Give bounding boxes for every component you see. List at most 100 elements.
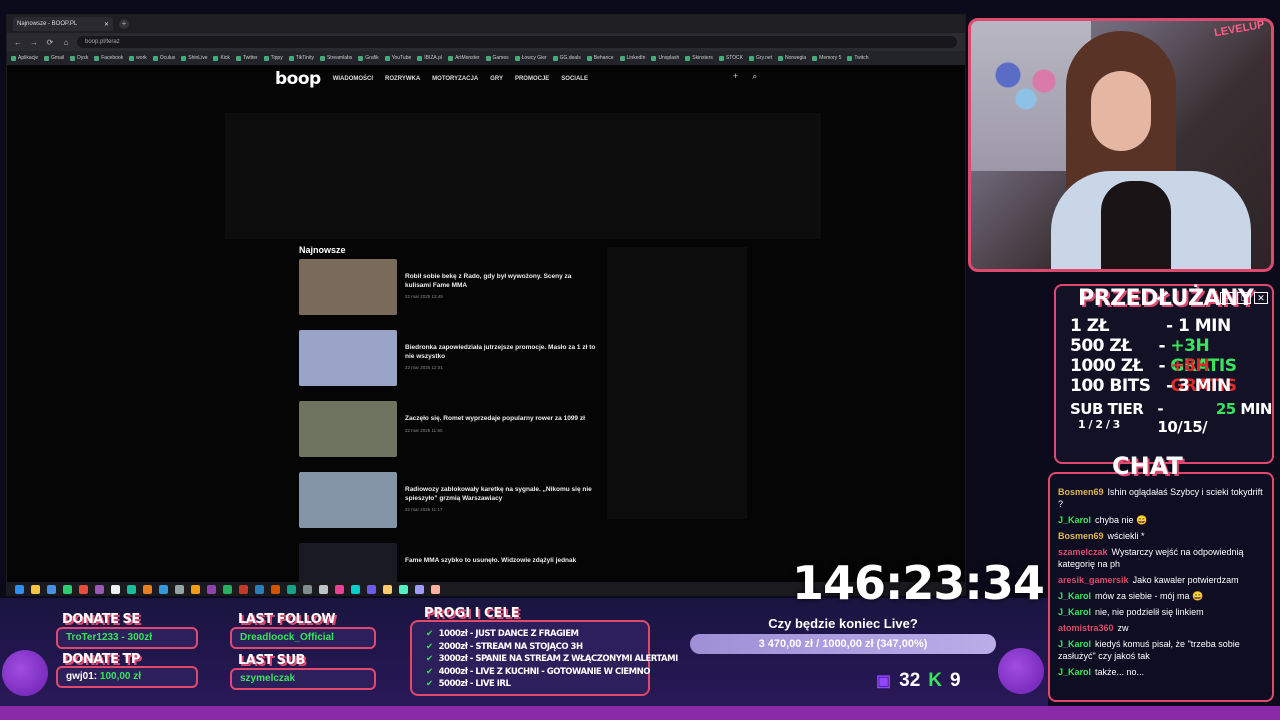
article-item[interactable]: Radiowozy zablokowały karetkę na sygnale…	[299, 472, 599, 530]
bookmark-icon	[619, 55, 625, 61]
chat-username: J_Karol	[1058, 639, 1092, 649]
close-tab-icon[interactable]: ✕	[104, 21, 109, 28]
bookmark-item[interactable]: ShinLive	[181, 55, 207, 61]
taskbar-app-icon[interactable]	[415, 584, 424, 594]
taskbar-app-icon[interactable]	[271, 584, 280, 594]
taskbar-app-icon[interactable]	[383, 584, 392, 594]
taskbar-app-icon[interactable]	[367, 584, 376, 594]
article-item[interactable]: Fame MMA szybko to usunęło. Widzowie zdą…	[299, 543, 599, 582]
taskbar-app-icon[interactable]	[431, 584, 440, 594]
bookmark-item[interactable]: Unsplash	[651, 55, 679, 61]
article-title[interactable]: Zaczęło się. Romet wyprzedaje popularny …	[405, 415, 585, 424]
nav-item-rozrywka[interactable]: ROZRYWKA	[385, 76, 420, 82]
chat-message: J_Karol kiedyś komuś pisał, że "trzeba so…	[1050, 636, 1272, 664]
article-thumbnail[interactable]	[299, 330, 397, 386]
new-tab-button[interactable]: +	[119, 19, 129, 29]
article-title[interactable]: Fame MMA szybko to usunęło. Widzowie zdą…	[405, 557, 576, 566]
nav-item-sociale[interactable]: SOCIALE	[561, 76, 588, 82]
article-thumbnail[interactable]	[299, 259, 397, 315]
active-tab[interactable]: Najnowsze - BOOP.PL ✕	[13, 17, 113, 31]
taskbar-app-icon[interactable]	[335, 584, 344, 594]
search-icon[interactable]: ⌕	[752, 71, 757, 82]
nav-item-promocje[interactable]: PROMOCJE	[515, 76, 549, 82]
bookmark-item[interactable]: Memory 5	[812, 55, 841, 61]
bookmark-item[interactable]: YouTube	[384, 55, 411, 61]
taskbar-app-icon[interactable]	[47, 584, 56, 594]
bookmark-item[interactable]: IBIZA.pl	[417, 55, 442, 61]
bookmark-item[interactable]: work	[129, 55, 147, 61]
bookmark-icon	[213, 55, 219, 61]
article-item[interactable]: Zaczęło się. Romet wyprzedaje popularny …	[299, 401, 599, 459]
taskbar-app-icon[interactable]	[399, 584, 408, 594]
forward-icon[interactable]: →	[29, 38, 39, 47]
taskbar-app-icon[interactable]	[143, 584, 152, 594]
plus-icon[interactable]: +	[733, 71, 738, 82]
site-logo[interactable]: boop	[275, 69, 321, 89]
url-input[interactable]: boop.pl/teraz	[77, 36, 957, 48]
taskbar-app-icon[interactable]	[111, 584, 120, 594]
reload-icon[interactable]: ⟳	[45, 38, 55, 47]
article-item[interactable]: Biedronka zapowiedziała jutrzejsze promo…	[299, 330, 599, 388]
start-icon[interactable]	[15, 584, 24, 594]
bookmark-item[interactable]: Norwegia	[778, 55, 806, 61]
bookmark-item[interactable]: Tippy	[263, 55, 283, 61]
bookmark-item[interactable]: Aplikacje	[11, 55, 38, 61]
bookmark-item[interactable]: Łowcy Gier	[514, 55, 547, 61]
taskbar-app-icon[interactable]	[159, 584, 168, 594]
bookmark-label: Dysk	[77, 55, 89, 61]
taskbar-app-icon[interactable]	[79, 584, 88, 594]
taskbar-app-icon[interactable]	[239, 584, 248, 594]
bookmark-item[interactable]: Twitch	[847, 55, 869, 61]
ad-banner	[225, 113, 821, 239]
close-icon: ✕	[1254, 292, 1268, 304]
taskbar-app-icon[interactable]	[351, 584, 360, 594]
bookmark-item[interactable]: Behance	[586, 55, 614, 61]
taskbar-app-icon[interactable]	[255, 584, 264, 594]
article-thumbnail[interactable]	[299, 472, 397, 528]
bookmark-icon	[384, 55, 390, 61]
taskbar-app-icon[interactable]	[95, 584, 104, 594]
bookmark-item[interactable]: Gry.net	[749, 55, 772, 61]
bookmark-item[interactable]: TikTinity	[288, 55, 314, 61]
bookmark-label: Norwegia	[785, 55, 807, 61]
home-icon[interactable]: ⌂	[61, 38, 71, 47]
taskbar-app-icon[interactable]	[191, 584, 200, 594]
taskbar-app-icon[interactable]	[175, 584, 184, 594]
taskbar-app-icon[interactable]	[63, 584, 72, 594]
kick-count: 9	[950, 670, 961, 691]
bookmark-item[interactable]: Grafik	[358, 55, 379, 61]
taskbar-app-icon[interactable]	[127, 584, 136, 594]
bookmark-item[interactable]: Skinsters	[685, 55, 713, 61]
bookmark-item[interactable]: Dysk	[70, 55, 88, 61]
taskbar-app-icon[interactable]	[319, 584, 328, 594]
nav-item-motoryzacja[interactable]: MOTORYZACJA	[432, 76, 478, 82]
bookmark-item[interactable]: Facebook	[94, 55, 123, 61]
bookmark-item[interactable]: Kick	[213, 55, 230, 61]
bookmark-item[interactable]: STOCK	[718, 55, 743, 61]
nav-item-gry[interactable]: GRY	[490, 76, 503, 82]
article-title[interactable]: Biedronka zapowiedziała jutrzejsze promo…	[405, 344, 599, 361]
bookmark-item[interactable]: Gmail	[44, 55, 64, 61]
bookmark-item[interactable]: Oculus	[152, 55, 175, 61]
bookmark-item[interactable]: LinkedIn	[619, 55, 645, 61]
taskbar-app-icon[interactable]	[223, 584, 232, 594]
nav-item-wiadomosci[interactable]: WIADOMOŚCI	[333, 76, 373, 82]
bookmark-item[interactable]: Games	[485, 55, 509, 61]
back-icon[interactable]: ←	[13, 38, 23, 47]
bookmark-item[interactable]: Twitter	[235, 55, 258, 61]
bookmark-item[interactable]: Streamlabs	[319, 55, 352, 61]
taskbar-app-icon[interactable]	[207, 584, 216, 594]
bookmark-item[interactable]: ArtMonster	[448, 55, 480, 61]
article-thumbnail[interactable]	[299, 543, 397, 582]
chat-text: chyba nie 😄	[1095, 515, 1148, 525]
chat-username: aresik_gamersik	[1058, 575, 1129, 585]
article-title[interactable]: Radiowozy zablokowały karetkę na sygnale…	[405, 486, 599, 503]
taskbar-app-icon[interactable]	[287, 584, 296, 594]
article-title[interactable]: Robił sobie bekę z Rado, gdy był wywożon…	[405, 273, 599, 290]
pixel-tree	[2, 650, 48, 696]
taskbar-app-icon[interactable]	[31, 584, 40, 594]
article-item[interactable]: Robił sobie bekę z Rado, gdy był wywożon…	[299, 259, 599, 317]
bookmark-item[interactable]: GG.deals	[552, 55, 581, 61]
article-thumbnail[interactable]	[299, 401, 397, 457]
taskbar-app-icon[interactable]	[303, 584, 312, 594]
